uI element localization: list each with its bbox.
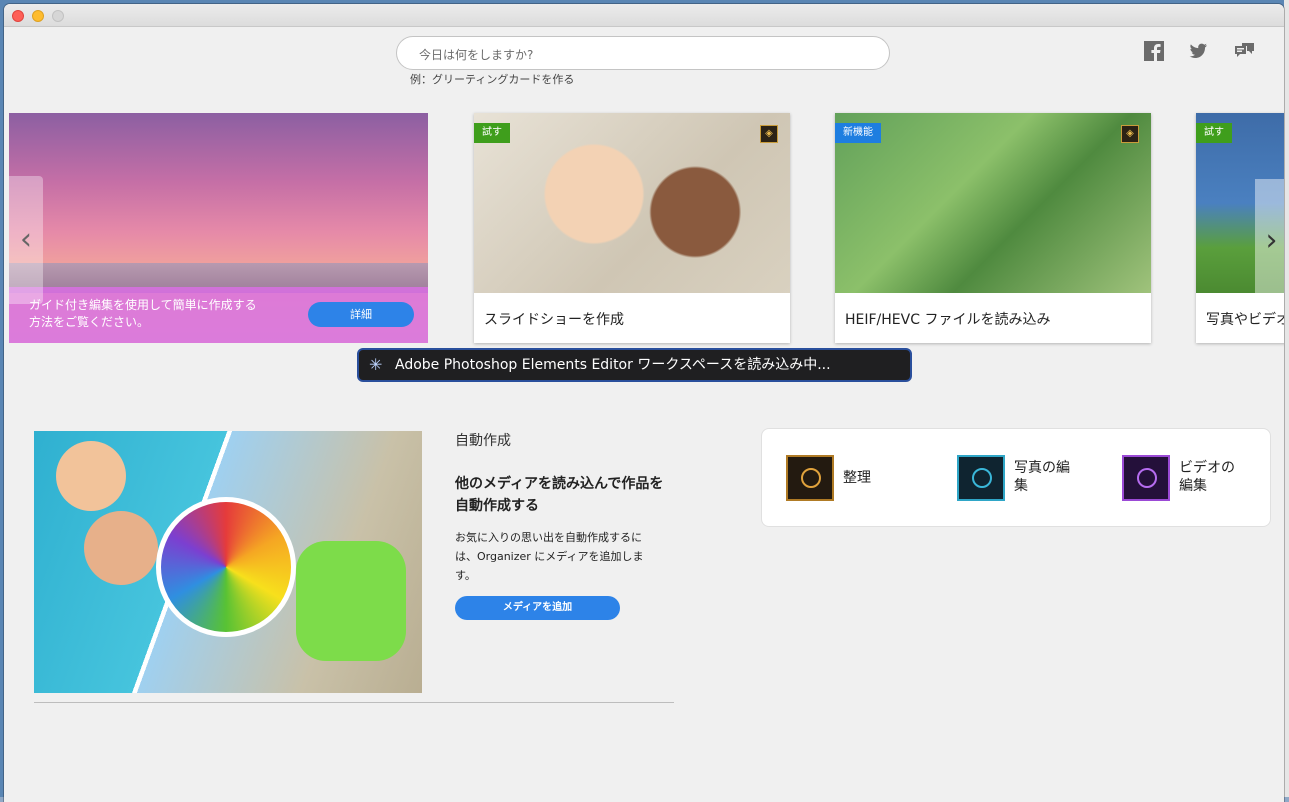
card-badge: 試す bbox=[1196, 123, 1232, 143]
card-label: 写真やビデオ bbox=[1206, 312, 1284, 328]
card-thumbnail bbox=[474, 113, 790, 293]
card-thumbnail bbox=[835, 113, 1151, 293]
loading-text: Adobe Photoshop Elements Editor ワークスペースを… bbox=[395, 357, 831, 373]
section-divider bbox=[34, 702, 674, 703]
photo-inset-circle bbox=[156, 497, 296, 637]
photo-subject bbox=[84, 511, 158, 585]
carousel-card-heif[interactable]: 新機能 ◈ HEIF/HEVC ファイルを読み込み bbox=[835, 113, 1151, 343]
photo-subject bbox=[296, 541, 406, 661]
carousel-card-slideshow[interactable]: 試す ◈ スライドショーを作成 bbox=[474, 113, 790, 343]
auto-creations-heading: 他のメディアを読み込んで作品を自動作成する bbox=[455, 476, 664, 514]
carousel-next-arrow[interactable]: › bbox=[1255, 179, 1284, 303]
photo-editor-icon bbox=[957, 455, 1005, 501]
organizer-icon bbox=[786, 455, 834, 501]
video-editor-icon bbox=[1122, 455, 1170, 501]
title-bar bbox=[4, 4, 1284, 27]
search-hint: 例：グリーティングカードを作る bbox=[410, 73, 575, 86]
feedback-icon[interactable] bbox=[1233, 40, 1255, 62]
app-label: ビデオの編集 bbox=[1179, 460, 1235, 494]
auto-creations-label: 自動作成 bbox=[455, 433, 511, 449]
loading-toast: ✳ Adobe Photoshop Elements Editor ワークスペー… bbox=[357, 348, 912, 382]
card-label: HEIF/HEVC ファイルを読み込み bbox=[845, 312, 1051, 328]
app-window: 今日は何をしますか? 例：グリーティングカードを作る ガイド付き編集を使用して簡… bbox=[4, 4, 1284, 802]
elements-app-icon: ◈ bbox=[760, 125, 778, 143]
guided-edit-hero-banner[interactable]: ガイド付き編集を使用して簡単に作成する方法をご覧ください。 詳細 bbox=[9, 113, 428, 343]
desktop-edge bbox=[1284, 0, 1289, 802]
app-label: 整理 bbox=[843, 470, 871, 486]
add-media-button[interactable]: メディアを追加 bbox=[455, 596, 620, 620]
zoom-window-button[interactable] bbox=[52, 10, 64, 22]
photo-subject bbox=[56, 441, 126, 511]
elements-app-icon: ◈ bbox=[1121, 125, 1139, 143]
hero-caption-text: ガイド付き編集を使用して簡単に作成する方法をご覧ください。 bbox=[29, 298, 257, 329]
details-button[interactable]: 詳細 bbox=[308, 302, 414, 327]
close-window-button[interactable] bbox=[12, 10, 24, 22]
facebook-icon[interactable] bbox=[1143, 40, 1165, 62]
card-badge: 新機能 bbox=[835, 123, 881, 143]
auto-creations-description: お気に入りの思い出を自動作成するには、Organizer にメディアを追加します… bbox=[455, 531, 644, 582]
app-label: 写真の編集 bbox=[1014, 460, 1070, 494]
app-launcher-panel: 整理 写真の編集 ビデオの編集 bbox=[761, 428, 1271, 527]
card-label: スライドショーを作成 bbox=[484, 312, 624, 328]
auto-creations-photo bbox=[34, 431, 422, 693]
twitter-icon[interactable] bbox=[1187, 40, 1209, 62]
carousel-prev-arrow[interactable]: ‹ bbox=[9, 176, 43, 304]
card-badge: 試す bbox=[474, 123, 510, 143]
spinner-icon: ✳ bbox=[369, 355, 383, 374]
search-input[interactable]: 今日は何をしますか? bbox=[396, 36, 890, 70]
minimize-window-button[interactable] bbox=[32, 10, 44, 22]
